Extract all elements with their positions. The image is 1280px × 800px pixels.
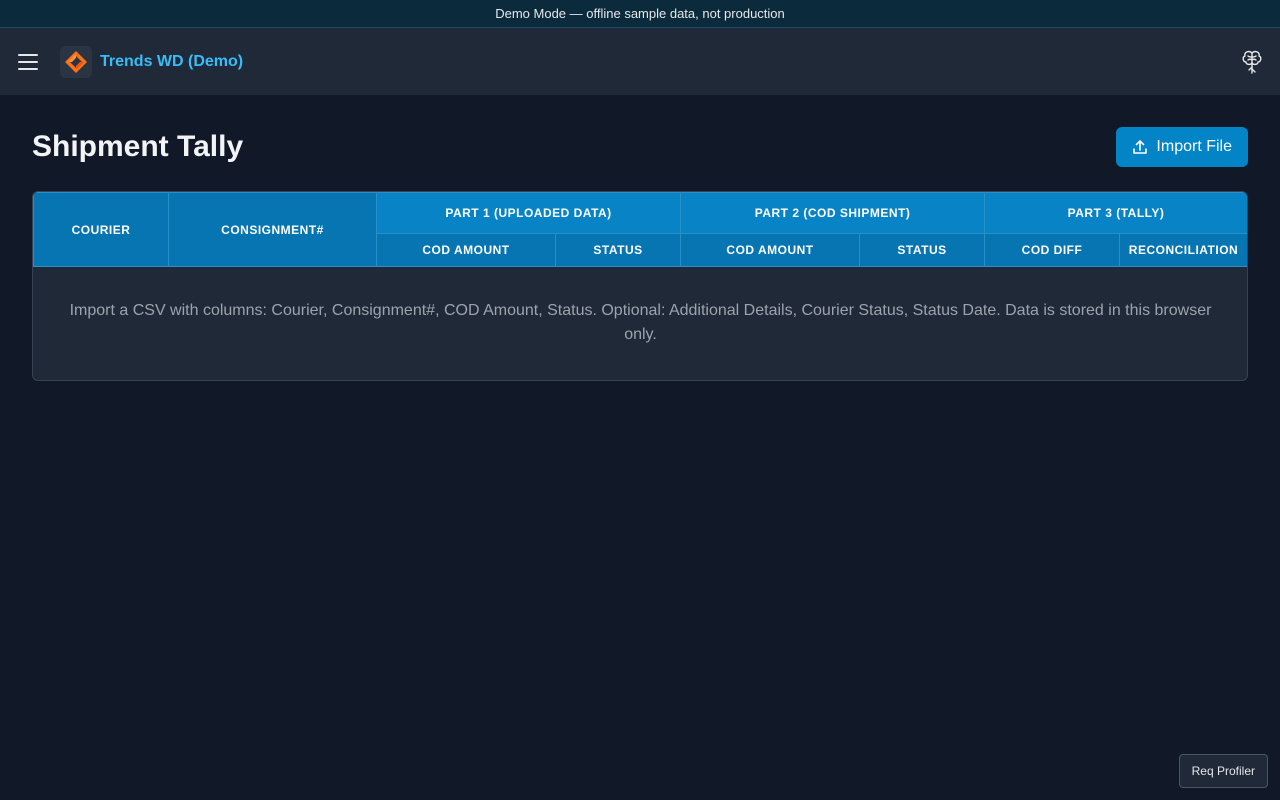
top-navigation-bar: Trends WD (Demo) — [0, 28, 1280, 95]
req-profiler-button[interactable]: Req Profiler — [1178, 754, 1268, 788]
part2-cod-amount-header[interactable]: COD Amount — [680, 233, 861, 267]
main-content: Shipment Tally Import File COURIER CONSI… — [0, 95, 1280, 381]
shipment-tally-table: Courier Consignment# Part 1 (Uploaded Da… — [32, 191, 1248, 381]
consignment-column-header[interactable]: Consignment# — [168, 192, 377, 267]
empty-state-message: Import a CSV with columns: Courier, Cons… — [69, 302, 1212, 344]
part3-group-header: Part 3 (Tally) — [984, 192, 1247, 234]
import-file-button[interactable]: Import File — [1116, 127, 1248, 167]
part1-group-header: Part 1 (Uploaded Data) — [375, 192, 682, 234]
demo-banner-text: Demo Mode — offline sample data, not pro… — [495, 6, 785, 21]
brain-icon[interactable] — [1240, 48, 1264, 76]
empty-state-row: Import a CSV with columns: Courier, Cons… — [34, 267, 1248, 380]
app-title[interactable]: Trends WD (Demo) — [100, 53, 243, 71]
part2-group-header: Part 2 (COD Shipment) — [680, 192, 986, 234]
part1-cod-amount-header[interactable]: COD Amount — [376, 233, 556, 267]
courier-column-header[interactable]: Courier — [33, 192, 169, 267]
demo-mode-banner: Demo Mode — offline sample data, not pro… — [0, 0, 1280, 28]
part2-status-header[interactable]: Status — [859, 233, 986, 267]
app-logo-icon — [60, 45, 92, 78]
upload-icon — [1133, 140, 1148, 154]
part3-cod-diff-header[interactable]: COD Diff — [984, 233, 1121, 267]
page-header: Shipment Tally Import File — [32, 127, 1248, 167]
page-title: Shipment Tally — [32, 130, 244, 163]
part1-status-header[interactable]: Status — [554, 233, 682, 267]
part3-reconciliation-header[interactable]: Reconciliation — [1119, 233, 1247, 267]
import-file-label: Import File — [1156, 138, 1232, 155]
hamburger-menu-icon[interactable] — [18, 53, 38, 70]
